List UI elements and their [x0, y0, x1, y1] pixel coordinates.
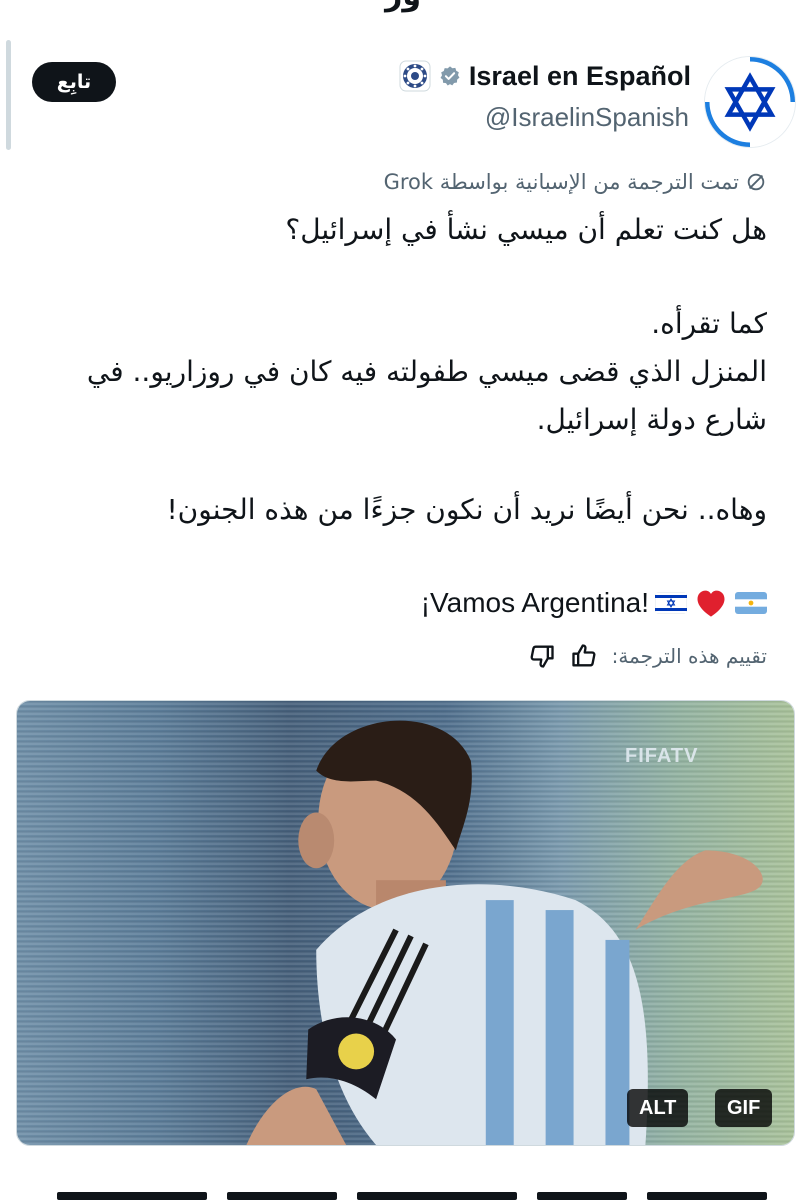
tweet-text-line: كما تقرأه. [651, 307, 767, 340]
rate-translation-row: تقييم هذه الترجمة: [528, 642, 767, 670]
author-name-row[interactable]: Israel en Español [399, 60, 691, 92]
author-handle[interactable]: @IsraelinSpanish [485, 102, 689, 133]
avatar[interactable] [704, 56, 796, 148]
government-seal-icon [399, 60, 431, 92]
tweet-text-line: هل كنت تعلم أن ميسي نشأ في إسرائيل؟ [285, 213, 767, 246]
tweet-text-line: المنزل الذي قضى ميسي طفولته فيه كان في ر… [86, 355, 767, 388]
argentina-flag-icon [735, 592, 767, 614]
rate-translation-label: تقييم هذه الترجمة: [611, 644, 767, 668]
translation-note: تمت الترجمة من الإسبانية بواسطة Grok [37, 170, 767, 194]
gif-badge: GIF [715, 1089, 773, 1127]
thumbs-down-icon[interactable] [528, 642, 556, 670]
follow-button[interactable]: تابِع [32, 62, 116, 102]
tweet-closing-line: ¡Vamos Argentina! [421, 585, 767, 621]
author-display-name[interactable]: Israel en Español [469, 61, 691, 92]
cut-off-previous-text: ور [0, 0, 811, 13]
thumbs-up-icon[interactable] [570, 642, 598, 670]
verified-badge-icon [440, 66, 460, 86]
israel-flag-icon [655, 592, 687, 614]
alt-text-button[interactable]: ALT [627, 1089, 689, 1127]
tweet-text-line: شارع دولة إسرائيل. [536, 403, 767, 436]
translate-icon [747, 173, 765, 191]
star-of-david-icon [705, 57, 795, 147]
cut-off-next-text [27, 1188, 767, 1200]
cut-off-text: ور [385, 0, 421, 13]
vamos-text: ¡Vamos Argentina! [420, 587, 649, 618]
tweet-text-line: وهاه.. نحن أيضًا نريد أن نكون جزءًا من ه… [166, 493, 767, 526]
tweet-media-gif[interactable]: FIFATV ALT GIF [16, 700, 795, 1146]
red-heart-icon [697, 590, 725, 617]
translation-note-text: تمت الترجمة من الإسبانية بواسطة Grok [383, 170, 739, 194]
fifa-tv-watermark: FIFATV [625, 745, 699, 767]
scrollbar-thumb[interactable] [6, 40, 11, 150]
